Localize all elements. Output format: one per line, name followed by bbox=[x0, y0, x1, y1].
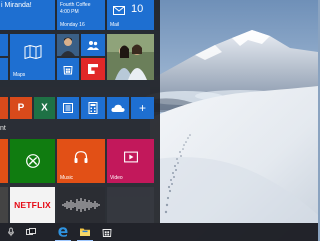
xbox-tile[interactable] bbox=[10, 139, 55, 183]
task-view-icon bbox=[26, 228, 36, 235]
office-tile-2[interactable]: P bbox=[10, 97, 32, 119]
maps-label: Maps bbox=[13, 72, 26, 78]
calendar-date: Monday 16 bbox=[60, 22, 85, 28]
video-label: Video bbox=[110, 175, 123, 181]
onedrive-icon bbox=[111, 104, 125, 112]
microphone-icon bbox=[8, 227, 14, 237]
store-icon bbox=[63, 66, 73, 75]
flipboard-icon bbox=[88, 64, 98, 74]
people-tile[interactable] bbox=[57, 34, 79, 56]
flipboard-tile[interactable] bbox=[81, 58, 105, 80]
start-menu: i Miranda! Fourth Coffee 4:00 PM Monday … bbox=[0, 0, 160, 223]
maps-tile[interactable]: Maps bbox=[10, 34, 55, 80]
store-icon bbox=[102, 229, 112, 237]
xbox-icon bbox=[25, 154, 40, 168]
audio-waveform-icon bbox=[62, 198, 100, 212]
people-icon bbox=[57, 34, 79, 56]
calendar-tile[interactable]: Fourth Coffee 4:00 PM Monday 16 bbox=[57, 0, 105, 30]
mail-icon bbox=[113, 6, 125, 15]
excel-tile[interactable]: X bbox=[34, 97, 55, 119]
section-header-play: nt bbox=[0, 125, 6, 132]
social-tile[interactable] bbox=[81, 34, 105, 56]
empty-tile bbox=[107, 187, 154, 223]
calculator-tile[interactable] bbox=[81, 97, 105, 119]
calendar-event-time: 4:00 PM bbox=[60, 9, 79, 15]
onedrive-tile[interactable] bbox=[107, 97, 129, 119]
photos-tile[interactable] bbox=[107, 34, 154, 80]
powerpoint-icon: P bbox=[17, 102, 25, 114]
greeting-tile[interactable]: i Miranda! bbox=[0, 0, 55, 30]
office-tile-1[interactable] bbox=[0, 97, 8, 119]
left-partial-tile-2[interactable] bbox=[0, 187, 8, 223]
music-tile[interactable]: Music bbox=[57, 139, 105, 183]
small-tile-left[interactable] bbox=[0, 34, 8, 56]
onenote-tile[interactable] bbox=[57, 97, 79, 119]
calculator-icon bbox=[88, 102, 98, 114]
people-group-icon bbox=[87, 41, 99, 50]
add-tile[interactable]: + bbox=[131, 97, 154, 119]
taskbar bbox=[0, 223, 318, 241]
audio-tile[interactable] bbox=[57, 187, 105, 223]
mail-label: Mail bbox=[110, 22, 120, 28]
small-tile-left-2[interactable] bbox=[0, 58, 8, 80]
mail-tile[interactable]: 10 Mail bbox=[107, 0, 154, 30]
task-view-button[interactable] bbox=[20, 223, 42, 241]
edge-icon bbox=[58, 227, 68, 237]
video-icon bbox=[123, 152, 138, 163]
calendar-event-title: Fourth Coffee bbox=[60, 2, 91, 8]
store-tile[interactable] bbox=[57, 58, 79, 80]
video-tile[interactable]: Video bbox=[107, 139, 154, 183]
netflix-tile[interactable]: NETFLIX bbox=[10, 187, 55, 223]
file-explorer-taskbar-button[interactable] bbox=[74, 223, 96, 241]
file-explorer-icon bbox=[80, 228, 90, 236]
music-label: Music bbox=[60, 175, 74, 181]
edge-taskbar-button[interactable] bbox=[52, 223, 74, 241]
plus-icon: + bbox=[138, 101, 147, 115]
onenote-icon bbox=[63, 103, 73, 113]
left-partial-tile[interactable] bbox=[0, 139, 8, 183]
mail-count: 10 bbox=[131, 3, 144, 15]
headphones-icon bbox=[74, 151, 88, 164]
cortana-mic-button[interactable] bbox=[0, 223, 22, 241]
photos-icon bbox=[107, 34, 154, 80]
excel-icon: X bbox=[41, 102, 48, 114]
greeting-text: i Miranda! bbox=[1, 2, 32, 9]
netflix-logo: NETFLIX bbox=[14, 200, 51, 210]
store-taskbar-button[interactable] bbox=[96, 223, 118, 241]
maps-icon bbox=[24, 45, 41, 60]
